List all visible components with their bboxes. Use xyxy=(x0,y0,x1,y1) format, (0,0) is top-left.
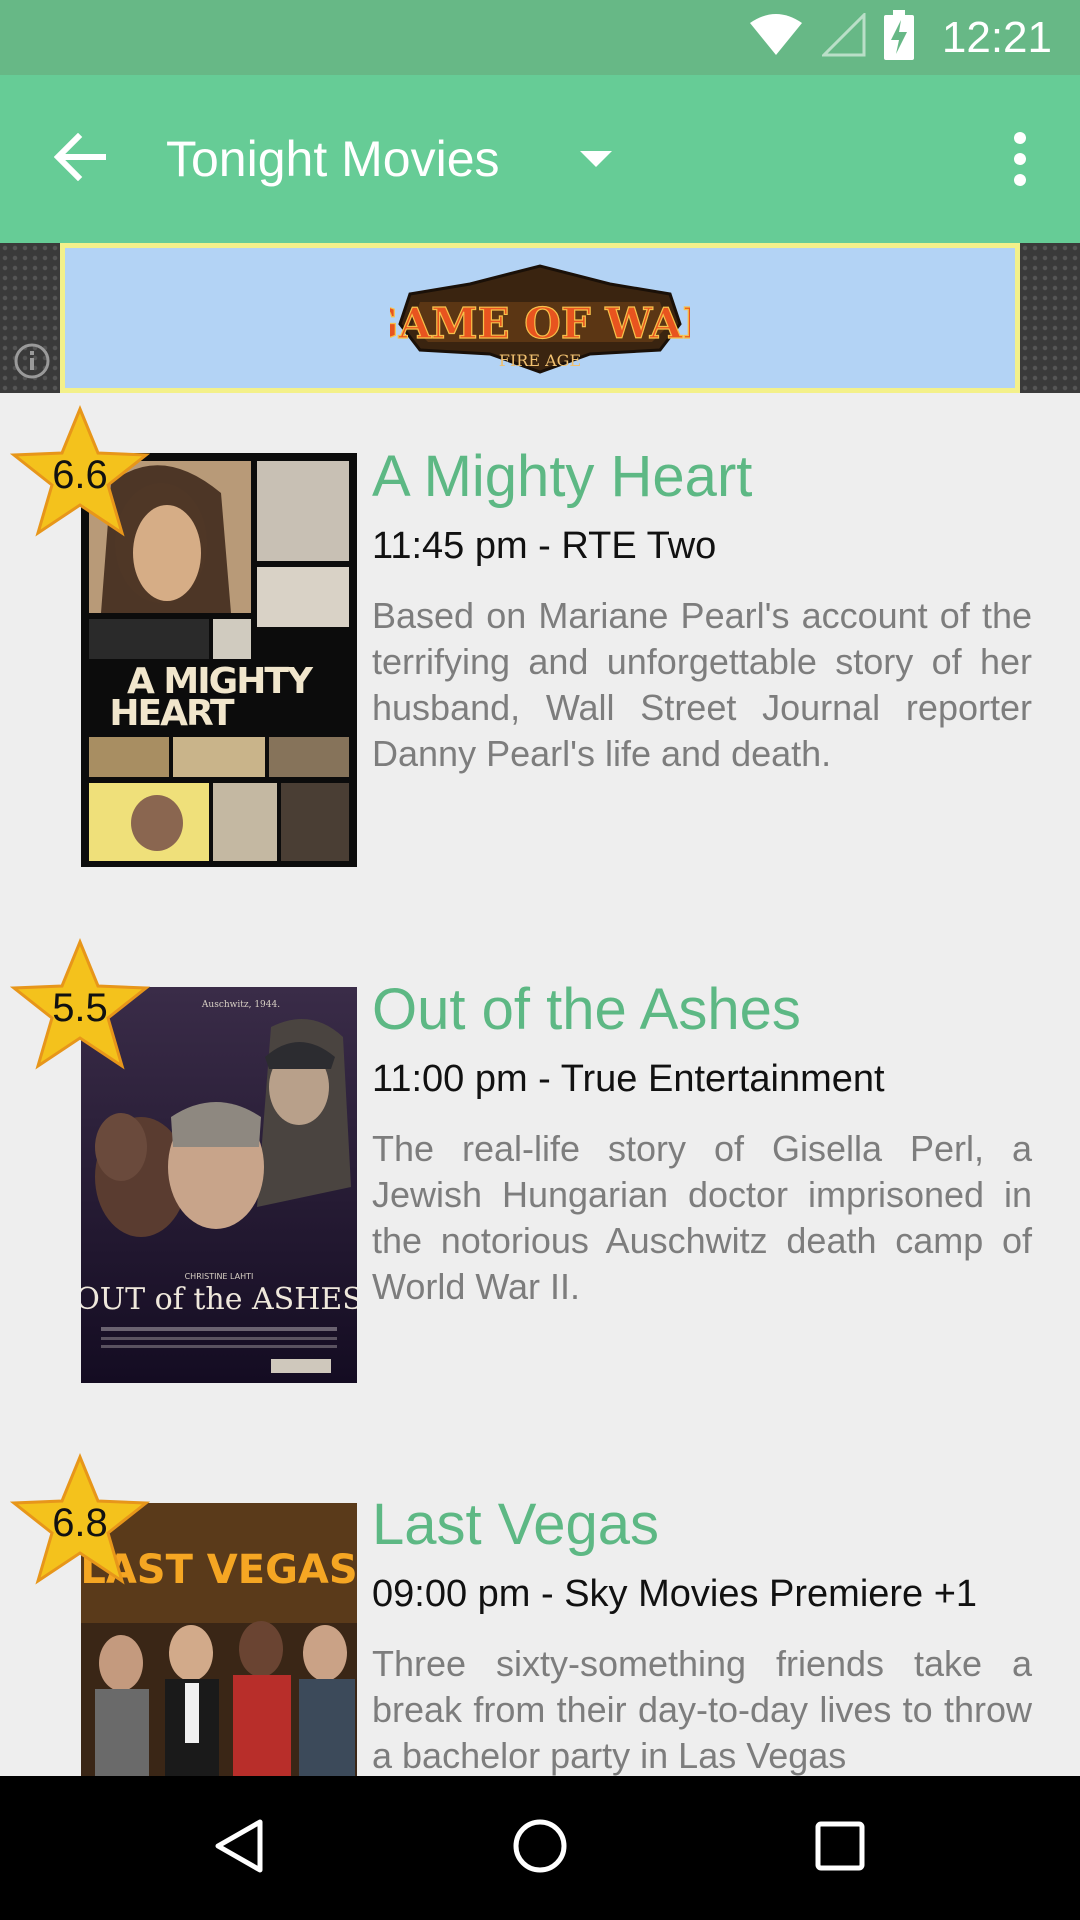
nav-back-button[interactable] xyxy=(200,1808,280,1888)
ad-logo-text: GAME OF WAR xyxy=(390,299,690,348)
rating-value: 6.8 xyxy=(52,1501,108,1545)
dropdown-caret-icon xyxy=(579,151,612,167)
info-icon xyxy=(13,342,51,385)
game-of-war-logo: GAME OF WAR FIRE AGE xyxy=(362,254,719,382)
app-bar: Tonight Movies xyxy=(0,75,1080,243)
back-triangle-icon xyxy=(210,1816,270,1881)
status-bar: 12:21 xyxy=(0,0,1080,75)
overflow-dot xyxy=(1014,153,1026,165)
movie-item[interactable]: A MIGHTY HEART 6.6 A Mighty Heart 11:45 … xyxy=(0,393,1080,923)
overflow-dot xyxy=(1014,174,1026,186)
movie-time-channel: 09:00 pm - Sky Movies Premiere +1 xyxy=(372,1573,978,1615)
movie-item[interactable]: Auschwitz, 1944. CHRISTINE LAHTI OUT of … xyxy=(0,928,1080,1443)
movie-title: Last Vegas xyxy=(372,1492,659,1557)
ad-area: GAME OF WAR FIRE AGE xyxy=(0,243,1080,393)
poster-title: OUT of the ASHES xyxy=(81,1282,357,1317)
movie-item[interactable]: LAST VEGAS 6.8 Last Vegas 09:00 pm - Sky… xyxy=(0,1443,1080,1776)
back-button[interactable] xyxy=(40,119,120,199)
wifi-icon xyxy=(748,13,804,62)
ad-info-button[interactable] xyxy=(12,343,52,383)
movie-description: Based on Mariane Pearl's account of the … xyxy=(372,595,1032,774)
ad-logo-subtext: FIRE AGE xyxy=(499,351,581,370)
home-circle-icon xyxy=(510,1816,570,1881)
movie-title: A Mighty Heart xyxy=(372,444,753,509)
app-title: Tonight Movies xyxy=(166,131,500,187)
nav-recents-button[interactable] xyxy=(800,1808,880,1888)
movie-title: Out of the Ashes xyxy=(372,977,801,1042)
battery-charging-icon xyxy=(883,10,914,65)
svg-text:Auschwitz, 1944.: Auschwitz, 1944. xyxy=(201,1000,280,1010)
status-icons: 12:21 xyxy=(748,0,1052,75)
rating-badge: 6.8 xyxy=(10,1451,150,1589)
rating-badge: 6.6 xyxy=(10,403,150,541)
status-time: 12:21 xyxy=(941,12,1052,62)
nav-home-button[interactable] xyxy=(500,1808,580,1888)
movie-time-channel: 11:00 pm - True Entertainment xyxy=(372,1058,885,1100)
movie-description: Three sixty-something friends take a bre… xyxy=(372,1643,1032,1776)
rating-value: 5.5 xyxy=(52,986,108,1030)
rating-value: 6.6 xyxy=(52,453,108,497)
navigation-bar xyxy=(0,1776,1080,1920)
poster-title: HEART xyxy=(109,693,235,734)
svg-text:CHRISTINE LAHTI: CHRISTINE LAHTI xyxy=(185,1272,254,1281)
ad-banner[interactable]: GAME OF WAR FIRE AGE xyxy=(60,243,1020,393)
movie-time-channel: 11:45 pm - RTE Two xyxy=(372,525,717,567)
recents-square-icon xyxy=(810,1816,870,1881)
rating-badge: 5.5 xyxy=(10,936,150,1074)
overflow-dot xyxy=(1014,132,1026,144)
overflow-menu-button[interactable] xyxy=(990,119,1050,199)
movie-list[interactable]: A MIGHTY HEART 6.6 A Mighty Heart 11:45 … xyxy=(0,393,1080,1776)
movie-description: The real-life story of Gisella Perl, a J… xyxy=(372,1128,1032,1307)
cell-signal-icon xyxy=(820,11,866,62)
back-arrow-icon xyxy=(53,132,107,186)
title-spinner[interactable]: Tonight Movies xyxy=(166,119,612,199)
